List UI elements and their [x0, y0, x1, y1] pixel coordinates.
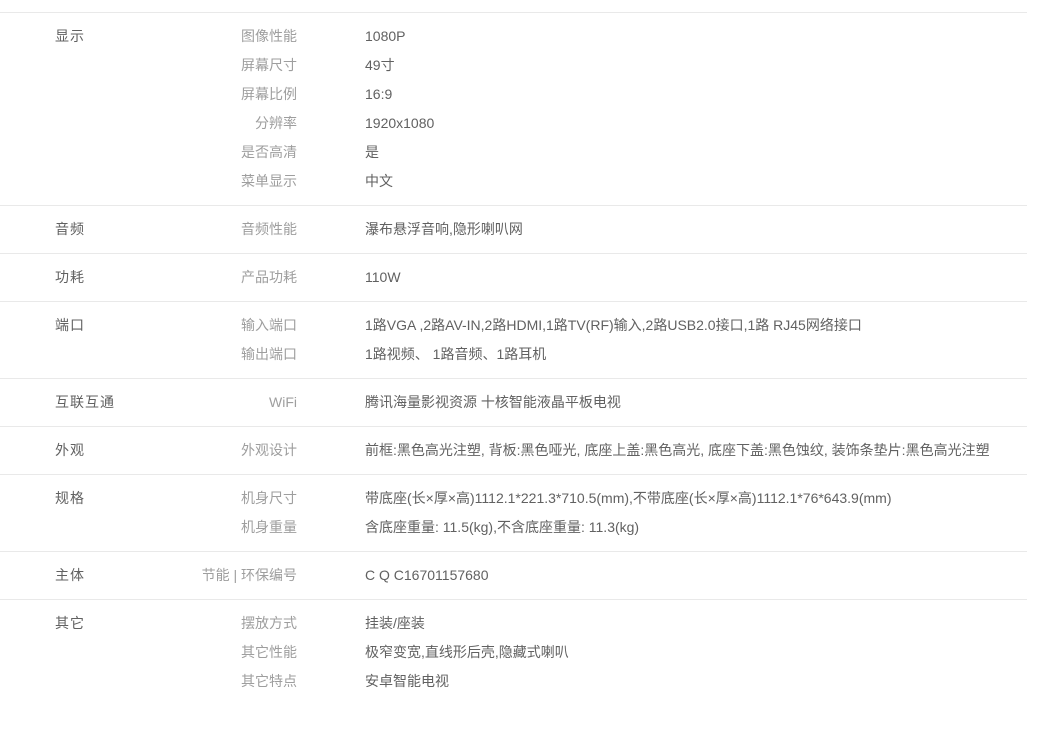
spec-value: 极窄变宽,直线形后壳,隐藏式喇叭	[365, 638, 995, 667]
spec-row: 屏幕比例 16:9	[175, 80, 1027, 109]
spec-row: 摆放方式 挂装/座装	[175, 609, 1027, 638]
spec-value: 安卓智能电视	[365, 667, 995, 696]
spec-section-title: 外观	[0, 436, 175, 465]
spec-section-0: 显示 图像性能 1080P 屏幕尺寸 49寸 屏幕比例 16:9 分辨率 192…	[0, 12, 1027, 205]
spec-label: 图像性能	[175, 22, 297, 51]
spec-row: 其它特点 安卓智能电视	[175, 667, 1027, 696]
spec-row: 外观设计 前框:黑色高光注塑, 背板:黑色哑光, 底座上盖:黑色高光, 底座下盖…	[175, 436, 1027, 465]
spec-section-7: 主体 节能 | 环保编号 C Q C16701157680	[0, 551, 1027, 599]
spec-label: 屏幕比例	[175, 80, 297, 109]
spec-section-rows: 图像性能 1080P 屏幕尺寸 49寸 屏幕比例 16:9 分辨率 1920x1…	[175, 22, 1027, 196]
spec-row: 是否高清 是	[175, 138, 1027, 167]
spec-value: 前框:黑色高光注塑, 背板:黑色哑光, 底座上盖:黑色高光, 底座下盖:黑色蚀纹…	[365, 436, 995, 465]
spec-section-title: 显示	[0, 22, 175, 51]
spec-row: 分辨率 1920x1080	[175, 109, 1027, 138]
spec-section-title: 规格	[0, 484, 175, 513]
spec-value: 含底座重量: 11.5(kg),不含底座重量: 11.3(kg)	[365, 513, 995, 542]
spec-row: 音频性能 瀑布悬浮音响,隐形喇叭网	[175, 215, 1027, 244]
spec-section-title: 其它	[0, 609, 175, 638]
spec-label: 产品功耗	[175, 263, 297, 292]
spec-label: 外观设计	[175, 436, 297, 465]
spec-label: 输出端口	[175, 340, 297, 369]
spec-section-rows: 音频性能 瀑布悬浮音响,隐形喇叭网	[175, 215, 1027, 244]
spec-row: 产品功耗 110W	[175, 263, 1027, 292]
spec-value: 16:9	[365, 80, 995, 109]
spec-row: 其它性能 极窄变宽,直线形后壳,隐藏式喇叭	[175, 638, 1027, 667]
spec-value: 腾讯海量影视资源 十核智能液晶平板电视	[365, 388, 995, 417]
spec-section-title: 主体	[0, 561, 175, 590]
spec-section-1: 音频 音频性能 瀑布悬浮音响,隐形喇叭网	[0, 205, 1027, 253]
spec-section-6: 规格 机身尺寸 带底座(长×厚×高)1112.1*221.3*710.5(mm)…	[0, 474, 1027, 551]
spec-label: 机身重量	[175, 513, 297, 542]
spec-section-4: 互联互通 WiFi 腾讯海量影视资源 十核智能液晶平板电视	[0, 378, 1027, 426]
spec-label: 菜单显示	[175, 167, 297, 196]
spec-row: WiFi 腾讯海量影视资源 十核智能液晶平板电视	[175, 388, 1027, 417]
spec-label: 是否高清	[175, 138, 297, 167]
spec-label: 节能 | 环保编号	[175, 561, 297, 590]
spec-label: 摆放方式	[175, 609, 297, 638]
spec-value: 1920x1080	[365, 109, 995, 138]
spec-row: 输出端口 1路视频、 1路音频、1路耳机	[175, 340, 1027, 369]
spec-row: 图像性能 1080P	[175, 22, 1027, 51]
spec-label: 机身尺寸	[175, 484, 297, 513]
spec-label: 其它性能	[175, 638, 297, 667]
spec-value: 中文	[365, 167, 995, 196]
spec-label: 音频性能	[175, 215, 297, 244]
spec-row: 菜单显示 中文	[175, 167, 1027, 196]
spec-value: 是	[365, 138, 995, 167]
spec-section-title: 音频	[0, 215, 175, 244]
spec-label: 分辨率	[175, 109, 297, 138]
spec-section-3: 端口 输入端口 1路VGA ,2路AV-IN,2路HDMI,1路TV(RF)输入…	[0, 301, 1027, 378]
spec-label: 其它特点	[175, 667, 297, 696]
spec-section-8: 其它 摆放方式 挂装/座装 其它性能 极窄变宽,直线形后壳,隐藏式喇叭 其它特点…	[0, 599, 1027, 705]
spec-value: 挂装/座装	[365, 609, 995, 638]
spec-value: 瀑布悬浮音响,隐形喇叭网	[365, 215, 995, 244]
spec-label: 输入端口	[175, 311, 297, 340]
spec-label: 屏幕尺寸	[175, 51, 297, 80]
spec-row: 机身重量 含底座重量: 11.5(kg),不含底座重量: 11.3(kg)	[175, 513, 1027, 542]
spec-table: 显示 图像性能 1080P 屏幕尺寸 49寸 屏幕比例 16:9 分辨率 192…	[0, 12, 1027, 705]
spec-section-rows: 节能 | 环保编号 C Q C16701157680	[175, 561, 1027, 590]
spec-row: 输入端口 1路VGA ,2路AV-IN,2路HDMI,1路TV(RF)输入,2路…	[175, 311, 1027, 340]
spec-section-2: 功耗 产品功耗 110W	[0, 253, 1027, 301]
spec-row: 屏幕尺寸 49寸	[175, 51, 1027, 80]
spec-value: 49寸	[365, 51, 995, 80]
spec-section-title: 功耗	[0, 263, 175, 292]
spec-section-title: 互联互通	[0, 388, 175, 417]
spec-value: 带底座(长×厚×高)1112.1*221.3*710.5(mm),不带底座(长×…	[365, 484, 995, 513]
spec-section-rows: 摆放方式 挂装/座装 其它性能 极窄变宽,直线形后壳,隐藏式喇叭 其它特点 安卓…	[175, 609, 1027, 696]
spec-value: C Q C16701157680	[365, 561, 995, 590]
spec-section-title: 端口	[0, 311, 175, 340]
spec-value: 1080P	[365, 22, 995, 51]
spec-section-rows: 产品功耗 110W	[175, 263, 1027, 292]
spec-section-rows: WiFi 腾讯海量影视资源 十核智能液晶平板电视	[175, 388, 1027, 417]
spec-section-rows: 机身尺寸 带底座(长×厚×高)1112.1*221.3*710.5(mm),不带…	[175, 484, 1027, 542]
spec-section-5: 外观 外观设计 前框:黑色高光注塑, 背板:黑色哑光, 底座上盖:黑色高光, 底…	[0, 426, 1027, 474]
spec-section-rows: 输入端口 1路VGA ,2路AV-IN,2路HDMI,1路TV(RF)输入,2路…	[175, 311, 1027, 369]
spec-label: WiFi	[175, 388, 297, 417]
spec-row: 节能 | 环保编号 C Q C16701157680	[175, 561, 1027, 590]
spec-value: 1路视频、 1路音频、1路耳机	[365, 340, 995, 369]
spec-row: 机身尺寸 带底座(长×厚×高)1112.1*221.3*710.5(mm),不带…	[175, 484, 1027, 513]
product-spec-page: { "colors": { "background": "#ffffff", "…	[0, 12, 1052, 740]
spec-section-rows: 外观设计 前框:黑色高光注塑, 背板:黑色哑光, 底座上盖:黑色高光, 底座下盖…	[175, 436, 1027, 465]
spec-value: 110W	[365, 263, 995, 292]
spec-value: 1路VGA ,2路AV-IN,2路HDMI,1路TV(RF)输入,2路USB2.…	[365, 311, 995, 340]
